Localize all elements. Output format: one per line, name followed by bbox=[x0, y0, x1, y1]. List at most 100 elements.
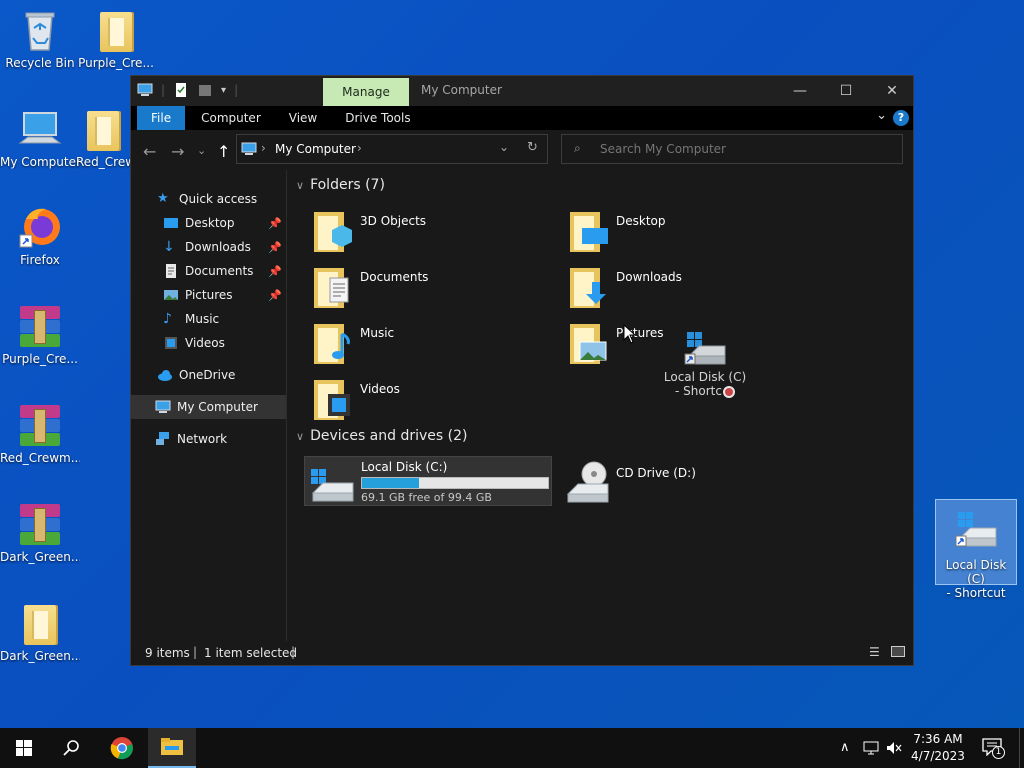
system-clock[interactable]: 7:36 AM 4/7/2023 bbox=[906, 731, 970, 765]
desktop-icon-purple-crew-archive[interactable]: Purple_Cre... bbox=[0, 304, 80, 366]
address-bar[interactable]: › My Computer › ⌄ ↻ bbox=[236, 134, 548, 164]
taskbar-file-explorer-button[interactable] bbox=[148, 728, 196, 768]
drive-usage-bar-fill bbox=[362, 478, 419, 488]
ribbon-tabs: File Computer View Drive Tools ⌄ ? bbox=[131, 106, 913, 130]
desktop-icon-dark-green-folder[interactable]: Dark_Green... bbox=[0, 601, 80, 663]
help-icon[interactable]: ? bbox=[893, 110, 909, 126]
up-button[interactable]: ↑ bbox=[217, 142, 230, 161]
ribbon-expand-icon[interactable]: ⌄ bbox=[876, 108, 887, 123]
pictures-folder-icon bbox=[568, 320, 608, 366]
desktop-icon-red-crew-folder[interactable]: Red_Crew bbox=[76, 107, 130, 169]
folders-group-header[interactable]: ∨ Folders (7) bbox=[296, 177, 385, 193]
drag-ghost-label: - Shortc bbox=[675, 384, 722, 398]
pin-icon: 📌 bbox=[268, 288, 282, 302]
details-view-icon[interactable]: ☰ bbox=[869, 645, 880, 659]
volume-muted-icon[interactable] bbox=[886, 741, 902, 755]
breadcrumb-chevron-icon[interactable]: › bbox=[261, 141, 266, 155]
computer-icon bbox=[155, 400, 171, 413]
desktop-icon-firefox[interactable]: Firefox bbox=[0, 205, 80, 267]
drive-tile-cd-drive-d[interactable]: CD Drive (D:) bbox=[560, 456, 800, 506]
folder-tile-documents[interactable]: Documents bbox=[304, 264, 544, 316]
title-bar[interactable]: | ▾ | Manage My Computer — ☐ ✕ bbox=[131, 76, 913, 106]
start-button[interactable] bbox=[0, 728, 48, 768]
desktop-icon-recycle-bin[interactable]: Recycle Bin bbox=[0, 8, 80, 70]
sidebar-item-downloads[interactable]: ↓ Downloads 📌 bbox=[131, 235, 286, 259]
sidebar-item-pictures[interactable]: Pictures 📌 bbox=[131, 283, 286, 307]
minimize-button[interactable]: — bbox=[777, 76, 823, 106]
tab-file[interactable]: File bbox=[137, 106, 186, 130]
folder-name: Downloads bbox=[616, 270, 682, 284]
show-hidden-icons-icon[interactable]: ∧ bbox=[840, 740, 850, 755]
large-icons-view-icon[interactable] bbox=[891, 646, 905, 657]
back-button[interactable]: ← bbox=[143, 142, 156, 161]
search-icon bbox=[63, 740, 79, 756]
cd-drive-icon bbox=[564, 460, 609, 506]
clock-date: 4/7/2023 bbox=[911, 749, 965, 763]
network-icon[interactable] bbox=[863, 741, 879, 755]
sidebar-item-music[interactable]: ♪ Music bbox=[131, 307, 286, 331]
action-center-button[interactable]: 1 bbox=[978, 736, 1008, 760]
drive-tile-local-disk-c[interactable]: Local Disk (C:) 69.1 GB free of 99.4 GB bbox=[304, 456, 552, 506]
archive-icon bbox=[18, 304, 62, 348]
desktop-icon-local-disk-shortcut[interactable]: Local Disk (C) - Shortcut bbox=[935, 499, 1017, 600]
sidebar-item-label: Downloads bbox=[185, 240, 251, 254]
address-dropdown-icon[interactable]: ⌄ bbox=[499, 140, 509, 154]
properties-icon[interactable] bbox=[173, 82, 189, 98]
sidebar-item-my-computer[interactable]: My Computer bbox=[131, 395, 286, 419]
folder-name: Documents bbox=[360, 270, 429, 284]
network-icon bbox=[156, 432, 169, 445]
sidebar-item-quick-access[interactable]: ★ Quick access bbox=[131, 187, 286, 211]
file-explorer-window[interactable]: | ▾ | Manage My Computer — ☐ ✕ File Comp… bbox=[130, 75, 914, 666]
sidebar-item-documents[interactable]: Documents 📌 bbox=[131, 259, 286, 283]
folder-tile-downloads[interactable]: Downloads bbox=[560, 264, 800, 316]
item-count: 9 items bbox=[145, 646, 190, 660]
file-list-pane[interactable]: ∨ Folders (7) 3D Objects Desktop Document… bbox=[288, 170, 913, 641]
navigation-pane: ★ Quick access Desktop 📌 ↓ Downloads 📌 D… bbox=[131, 170, 287, 641]
taskbar-chrome-button[interactable] bbox=[98, 728, 146, 768]
folder-tile-3d-objects[interactable]: 3D Objects bbox=[304, 208, 544, 260]
new-folder-icon[interactable] bbox=[197, 82, 213, 98]
breadcrumb-chevron-icon[interactable]: › bbox=[357, 141, 362, 155]
drive-usage-bar bbox=[361, 477, 549, 489]
show-desktop-button[interactable] bbox=[1019, 728, 1024, 768]
videos-folder-icon bbox=[312, 376, 352, 422]
sidebar-item-label: Documents bbox=[185, 264, 254, 278]
forward-button[interactable]: → bbox=[171, 142, 184, 161]
tab-manage[interactable]: Manage bbox=[323, 78, 409, 106]
close-button[interactable]: ✕ bbox=[869, 76, 915, 106]
drives-group-header[interactable]: ∨ Devices and drives (2) bbox=[296, 428, 467, 444]
toolbar-separator: | bbox=[234, 83, 239, 97]
tab-drive-tools[interactable]: Drive Tools bbox=[331, 106, 424, 130]
search-button[interactable] bbox=[48, 728, 96, 768]
sidebar-item-network[interactable]: Network bbox=[131, 427, 286, 451]
sidebar-item-label: Music bbox=[185, 312, 220, 326]
desktop-icon-dark-green-archive[interactable]: Dark_Green... bbox=[0, 502, 80, 564]
tab-view[interactable]: View bbox=[275, 106, 331, 130]
desktop-icon-my-computer[interactable]: My Computer bbox=[0, 107, 80, 169]
maximize-button[interactable]: ☐ bbox=[823, 76, 869, 106]
desktop-icon-red-crew-archive[interactable]: Red_Crewm... bbox=[0, 403, 80, 465]
drive-name: CD Drive (D:) bbox=[616, 466, 696, 480]
sidebar-item-desktop[interactable]: Desktop 📌 bbox=[131, 211, 286, 235]
status-separator: | bbox=[193, 645, 198, 659]
search-box[interactable]: ⌕ bbox=[561, 134, 903, 164]
drive-shortcut-icon bbox=[954, 510, 998, 554]
customize-toolbar-icon[interactable]: ▾ bbox=[221, 85, 226, 96]
collapse-chevron-icon[interactable]: ∨ bbox=[296, 179, 304, 192]
collapse-chevron-icon[interactable]: ∨ bbox=[296, 430, 304, 443]
group-title: Folders (7) bbox=[310, 177, 385, 193]
sidebar-item-videos[interactable]: Videos bbox=[131, 331, 286, 355]
folder-tile-music[interactable]: Music bbox=[304, 320, 544, 372]
desktop-icon-label: Red_Crewm... bbox=[0, 451, 80, 465]
sidebar-item-onedrive[interactable]: OneDrive bbox=[131, 363, 286, 387]
recent-locations-button[interactable]: ⌄ bbox=[197, 144, 206, 157]
search-input[interactable] bbox=[600, 140, 890, 158]
desktop-icon-purple-crew-folder[interactable]: Purple_Cre... bbox=[76, 8, 156, 70]
pin-icon: 📌 bbox=[268, 264, 282, 278]
breadcrumb[interactable]: My Computer bbox=[275, 142, 356, 156]
music-folder-icon bbox=[312, 320, 352, 366]
tab-computer[interactable]: Computer bbox=[187, 106, 275, 130]
folder-tile-desktop[interactable]: Desktop bbox=[560, 208, 800, 260]
folder-tile-videos[interactable]: Videos bbox=[304, 376, 544, 428]
refresh-icon[interactable]: ↻ bbox=[527, 140, 538, 155]
